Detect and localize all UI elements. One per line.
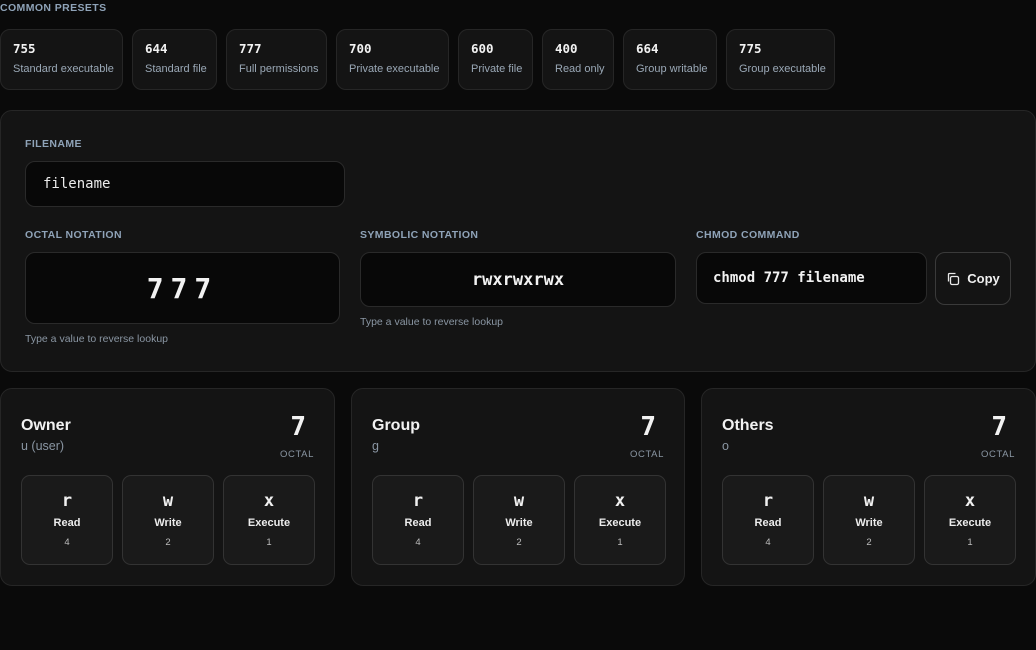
preset-desc: Group executable [739,63,826,75]
preset-desc: Private file [471,63,523,75]
bit-name: Execute [598,517,642,529]
card-octal-label: OCTAL [981,449,1015,460]
preset-desc: Standard file [145,63,207,75]
bit-name: Write [154,517,182,529]
preset-644[interactable]: 644 Standard file [132,29,217,90]
card-octal-value: 7 [640,412,656,442]
bit-symbol: w [863,491,875,511]
bit-name: Execute [247,517,291,529]
command-label: CHMOD COMMAND [696,229,800,241]
owner-read-toggle[interactable]: r Read 4 [21,475,113,565]
preset-code: 400 [555,41,578,56]
preset-desc: Read only [555,63,605,75]
bit-value: 4 [415,537,421,548]
bit-symbol: x [964,491,976,511]
filename-label: FILENAME [25,138,82,150]
preset-desc: Standard executable [13,63,114,75]
bit-name: Read [754,517,782,529]
preset-code: 700 [349,41,372,56]
bit-symbol: r [61,491,73,511]
octal-hint: Type a value to reverse lookup [25,333,169,345]
bit-name: Write [505,517,533,529]
preset-700[interactable]: 700 Private executable [336,29,449,90]
preset-code: 777 [239,41,262,56]
copy-button[interactable]: Copy [935,252,1011,305]
bit-value: 1 [967,537,973,548]
bit-symbol: x [263,491,275,511]
copy-icon [946,272,960,286]
octal-label: OCTAL NOTATION [25,229,122,241]
group-execute-toggle[interactable]: x Execute 1 [574,475,666,565]
card-octal-value: 7 [290,412,306,442]
bit-value: 4 [64,537,70,548]
notation-panel: FILENAME filename OCTAL NOTATION 777 Typ… [0,110,1036,372]
bit-name: Read [404,517,432,529]
bit-name: Execute [948,517,992,529]
bit-value: 2 [516,537,522,548]
card-subtitle: u (user) [21,439,65,453]
bit-name: Write [855,517,883,529]
card-title: Group [372,417,420,434]
symbolic-label: SYMBOLIC NOTATION [360,229,479,241]
card-octal-label: OCTAL [280,449,314,460]
preset-775[interactable]: 775 Group executable [726,29,835,90]
card-title: Others [722,417,774,434]
others-permissions-card: Others o 7 OCTAL r Read 4 w Write 2 x Ex… [701,388,1036,586]
preset-list: 755 Standard executable 644 Standard fil… [0,29,835,90]
owner-write-toggle[interactable]: w Write 2 [122,475,214,565]
chmod-command-output[interactable]: chmod 777 filename [696,252,927,304]
preset-755[interactable]: 755 Standard executable [0,29,123,90]
preset-desc: Group writable [636,63,708,75]
owner-execute-toggle[interactable]: x Execute 1 [223,475,315,565]
group-permissions-card: Group g 7 OCTAL r Read 4 w Write 2 x Exe… [351,388,685,586]
preset-code: 755 [13,41,36,56]
preset-code: 775 [739,41,762,56]
group-write-toggle[interactable]: w Write 2 [473,475,565,565]
bit-symbol: r [762,491,774,511]
symbolic-hint: Type a value to reverse lookup [360,316,504,328]
octal-input[interactable]: 777 [25,252,340,324]
preset-code: 600 [471,41,494,56]
bit-value: 2 [866,537,872,548]
preset-desc: Full permissions [239,63,319,75]
symbolic-input[interactable]: rwxrwxrwx [360,252,676,307]
preset-code: 664 [636,41,659,56]
owner-permissions-card: Owner u (user) 7 OCTAL r Read 4 w Write … [0,388,335,586]
bit-value: 1 [266,537,272,548]
preset-400[interactable]: 400 Read only [542,29,614,90]
card-octal-label: OCTAL [630,449,664,460]
others-read-toggle[interactable]: r Read 4 [722,475,814,565]
bit-value: 2 [165,537,171,548]
bit-symbol: w [513,491,525,511]
bit-symbol: x [614,491,626,511]
bit-symbol: w [162,491,174,511]
bit-value: 1 [617,537,623,548]
card-subtitle: o [722,439,729,453]
bit-value: 4 [765,537,771,548]
card-subtitle: g [372,439,379,453]
others-execute-toggle[interactable]: x Execute 1 [924,475,1016,565]
copy-label: Copy [967,271,1000,286]
card-title: Owner [21,417,71,434]
preset-664[interactable]: 664 Group writable [623,29,717,90]
group-read-toggle[interactable]: r Read 4 [372,475,464,565]
preset-600[interactable]: 600 Private file [458,29,533,90]
presets-heading: COMMON PRESETS [0,2,107,14]
others-write-toggle[interactable]: w Write 2 [823,475,915,565]
preset-code: 644 [145,41,168,56]
bit-name: Read [53,517,81,529]
preset-desc: Private executable [349,63,440,75]
card-octal-value: 7 [991,412,1007,442]
preset-777[interactable]: 777 Full permissions [226,29,327,90]
filename-input[interactable]: filename [25,161,345,207]
bit-symbol: r [412,491,424,511]
